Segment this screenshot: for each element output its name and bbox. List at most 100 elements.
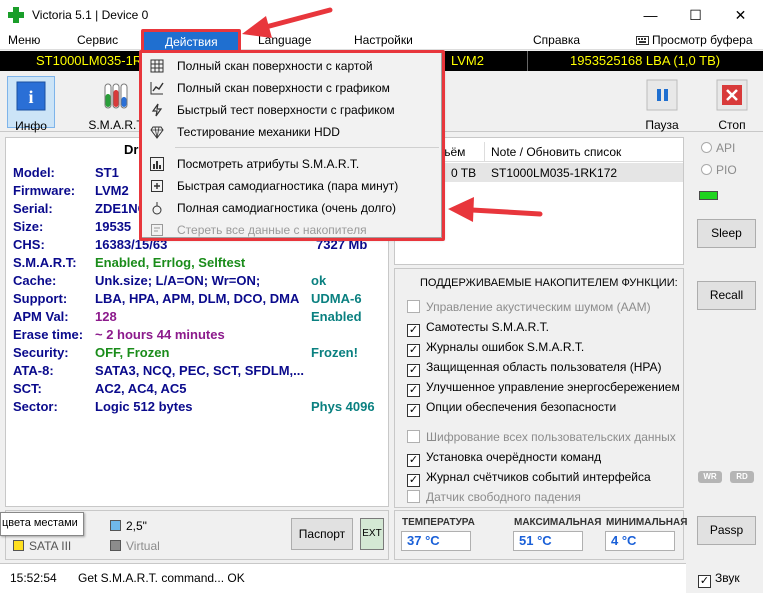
col-size[interactable]: ъём — [443, 145, 465, 159]
stop-icon — [716, 79, 748, 111]
feature-checkbox[interactable]: ✓ — [407, 324, 420, 337]
chart-icon — [150, 157, 164, 171]
buffer-view-menu[interactable]: Просмотр буфера — [652, 33, 753, 47]
maximize-button[interactable]: ☐ — [673, 0, 718, 30]
rd-indicator: RD — [730, 471, 754, 483]
feature-item[interactable]: ✓ Установка очерёдности команд — [407, 450, 601, 467]
dropdown-item-label: Посмотреть атрибуты S.M.A.R.T. — [177, 157, 360, 171]
stop-button-label: Стоп — [718, 118, 746, 132]
info-label: ATA-8: — [13, 363, 54, 378]
feature-item[interactable]: Датчик свободного падения — [407, 490, 581, 504]
ext-button[interactable]: EXT — [360, 518, 384, 550]
feature-item[interactable]: ✓ Улучшенное управление энергосбережением — [407, 380, 680, 397]
info-value: 128 — [95, 309, 117, 324]
pause-button-label: Пауза — [645, 118, 679, 132]
keyboard-icon — [636, 36, 649, 45]
passport-button[interactable]: Паспорт — [291, 518, 353, 550]
bulb-icon — [150, 201, 164, 215]
close-window-button[interactable]: ✕ — [718, 0, 763, 30]
col-note[interactable]: Note / Обновить список — [491, 145, 621, 159]
dropdown-item[interactable]: Полный скан поверхности с графиком — [142, 77, 441, 99]
feature-checkbox[interactable] — [407, 300, 420, 313]
dropdown-separator — [175, 147, 439, 148]
feature-item[interactable]: ✓ Самотесты S.M.A.R.T. — [407, 320, 549, 337]
pio-radio[interactable]: PIO — [701, 163, 737, 177]
app-cross-icon — [8, 7, 24, 23]
size-25-label: 2,5" — [126, 519, 147, 533]
info-extra: Frozen! — [311, 345, 358, 360]
info-value: LBA, HPA, APM, DLM, DCO, DMA — [95, 291, 300, 306]
feature-item[interactable]: ✓ Опции обеспечения безопасности — [407, 400, 616, 417]
features-panel: ПОДДЕРЖИВАЕМЫЕ НАКОПИТЕЛЕМ ФУНКЦИИ: Упра… — [394, 268, 684, 508]
sound-area: ✓ Звук — [690, 563, 763, 593]
diamond-icon — [150, 125, 164, 139]
feature-item[interactable]: ✓ Журнал счётчиков событий интерфейса — [407, 470, 651, 487]
pause-button[interactable]: Пауза — [636, 76, 688, 132]
info-button[interactable]: i Инфо — [7, 76, 55, 133]
passp-button[interactable]: Passp — [697, 516, 756, 545]
sata-label: SATA III — [29, 539, 72, 553]
info-value: ~ 2 hours 44 minutes — [95, 327, 225, 342]
feature-item[interactable]: Шифрование всех пользовательских данных — [407, 430, 676, 444]
stop-button[interactable]: Стоп — [706, 76, 758, 132]
feature-label: Датчик свободного падения — [426, 490, 581, 504]
info-label: Firmware: — [13, 183, 76, 198]
smart-button[interactable]: S.M.A.R.T — [88, 76, 144, 132]
feature-checkbox[interactable]: ✓ — [407, 454, 420, 467]
dropdown-item-label: Быстрая самодиагностика (пара минут) — [177, 179, 399, 193]
dropdown-item[interactable]: Быстрый тест поверхности с графиком — [142, 99, 441, 121]
menu-help[interactable]: Справка — [533, 33, 580, 47]
feature-item[interactable]: ✓ Журналы ошибок S.M.A.R.T. — [407, 340, 584, 357]
menu-main[interactable]: Меню — [8, 33, 40, 47]
status-bar: 15:52:54 Get S.M.A.R.T. command... OK — [0, 563, 686, 593]
sound-checkbox[interactable]: ✓ Звук — [698, 571, 740, 588]
feature-item[interactable]: Управление акустическим шумом (AAM) — [407, 300, 651, 314]
actions-dropdown: Полный скан поверхности с картой Полный с… — [141, 52, 442, 238]
dropdown-item[interactable]: Полная самодиагностика (очень долго) — [142, 197, 441, 219]
feature-checkbox[interactable] — [407, 430, 420, 443]
status-message: Get S.M.A.R.T. command... OK — [78, 571, 245, 585]
temp-value: 37 °C — [401, 531, 471, 551]
info-label: CHS: — [13, 237, 45, 252]
sound-label: Звук — [715, 571, 740, 585]
dropdown-item[interactable]: Посмотреть атрибуты S.M.A.R.T. — [142, 153, 441, 175]
tooltip: цвета местами — [0, 512, 84, 536]
features-title: ПОДДЕРЖИВАЕМЫЕ НАКОПИТЕЛЕМ ФУНКЦИИ: — [420, 277, 678, 289]
status-led — [699, 191, 718, 200]
drive-row-note: ST1000LM035-1RK172 — [491, 166, 618, 180]
lightning-icon — [150, 103, 164, 117]
virtual-option[interactable]: Virtual — [110, 539, 160, 553]
feature-checkbox[interactable]: ✓ — [407, 474, 420, 487]
info-label: Model: — [13, 165, 55, 180]
info-value: Unk.size; L/A=ON; Wr=ON; — [95, 273, 261, 288]
dropdown-item-label: Полная самодиагностика (очень долго) — [177, 201, 397, 215]
info-icon: i — [16, 81, 46, 111]
max-temp-value: 51 °C — [513, 531, 583, 551]
feature-checkbox[interactable]: ✓ — [407, 404, 420, 417]
minimize-button[interactable]: — — [628, 0, 673, 30]
feature-checkbox[interactable] — [407, 490, 420, 503]
feature-checkbox[interactable]: ✓ — [407, 364, 420, 377]
dropdown-item[interactable]: Полный скан поверхности с картой — [142, 55, 441, 77]
recall-button[interactable]: Recall — [697, 281, 756, 310]
api-radio[interactable]: API — [701, 141, 735, 155]
menu-actions-label: Действия — [165, 35, 218, 49]
sleep-button[interactable]: Sleep — [697, 219, 756, 248]
dropdown-item[interactable]: Тестирование механики HDD — [142, 121, 441, 143]
feature-label: Самотесты S.M.A.R.T. — [426, 320, 549, 334]
info-label: Sector: — [13, 399, 58, 414]
menu-language[interactable]: Language — [258, 33, 311, 47]
feature-checkbox[interactable]: ✓ — [407, 384, 420, 397]
graph-icon — [150, 81, 164, 95]
dropdown-item[interactable]: Быстрая самодиагностика (пара минут) — [142, 175, 441, 197]
dropdown-item-label: Быстрый тест поверхности с графиком — [177, 103, 395, 117]
dropdown-item: Стереть все данные с накопителя — [142, 219, 441, 241]
menu-service[interactable]: Сервис — [77, 33, 118, 47]
feature-label: Опции обеспечения безопасности — [426, 400, 617, 414]
menu-settings[interactable]: Настройки — [354, 33, 413, 47]
sata-option[interactable]: SATA III — [13, 539, 71, 553]
feature-checkbox[interactable]: ✓ — [407, 344, 420, 357]
info-value: Enabled, Errlog, Selftest — [95, 255, 246, 270]
feature-item[interactable]: ✓ Защищенная область пользователя (HPA) — [407, 360, 662, 377]
size-25-option[interactable]: 2,5" — [110, 519, 147, 533]
